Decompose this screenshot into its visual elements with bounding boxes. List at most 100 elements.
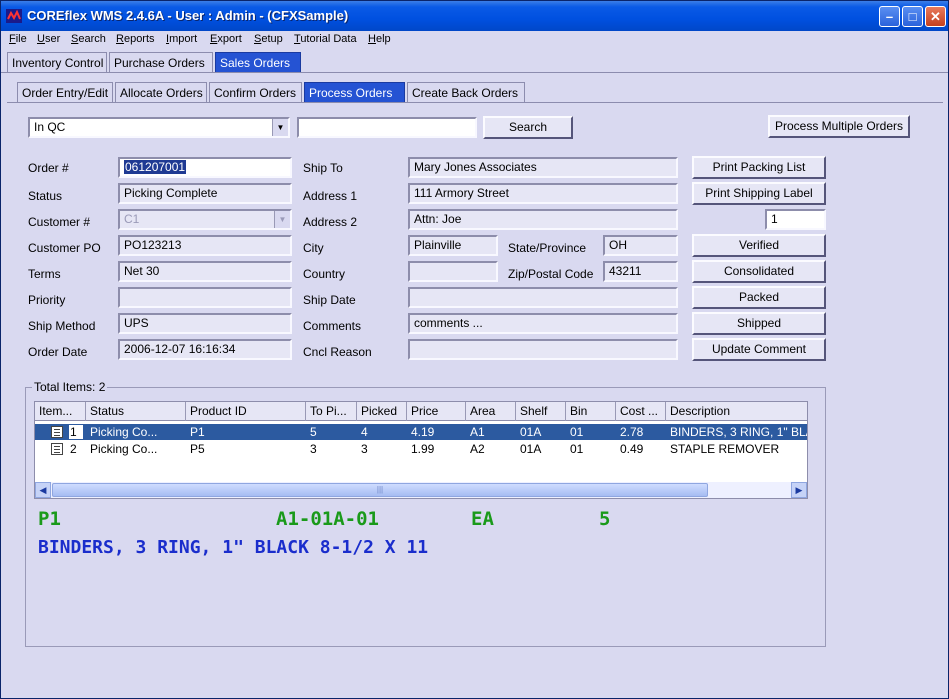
consolidated-button[interactable]: Consolidated [692,260,826,283]
process-multiple-orders-button[interactable]: Process Multiple Orders [768,115,910,138]
search-input[interactable] [297,117,477,138]
menu-user[interactable]: User [37,33,60,45]
column-header-item[interactable]: Item... [35,402,86,421]
cell-to-pick: 5 [310,425,317,439]
terms-field[interactable]: Net 30 [118,261,292,282]
print-shipping-label-button[interactable]: Print Shipping Label [692,182,826,205]
cell-status: Picking Co... [90,425,158,439]
address1-field[interactable]: 111 Armory Street [408,183,678,204]
update-comment-button[interactable]: Update Comment [692,338,826,361]
cell-picked: 3 [361,442,368,456]
cell-picked: 4 [361,425,368,439]
column-header-shelf[interactable]: Shelf [516,402,566,421]
column-header-picked[interactable]: Picked [357,402,407,421]
column-header-price[interactable]: Price [407,402,466,421]
menu-export[interactable]: Export [210,33,242,45]
column-header-bin[interactable]: Bin [566,402,616,421]
detail-location: A1-01A-01 [276,508,379,530]
ship-method-field[interactable]: UPS [118,313,292,334]
ship-method-label: Ship Method [28,319,96,333]
scroll-left-icon[interactable]: ◀ [35,482,51,498]
cell-area: A1 [470,425,485,439]
customer-number-value: C1 [124,212,140,226]
ship-to-field[interactable]: Mary Jones Associates [408,157,678,178]
menu-tutorial-data[interactable]: Tutorial Data [294,33,357,45]
shipped-button[interactable]: Shipped [692,312,826,335]
ship-date-field[interactable] [408,287,678,308]
priority-label: Priority [28,293,66,307]
document-icon [51,443,63,455]
detail-description: BINDERS, 3 RING, 1" BLACK 8-1/2 X 11 [38,537,429,558]
menu-import[interactable]: Import [166,33,197,45]
app-logo-icon [6,9,22,23]
tab-process-orders[interactable]: Process Orders [304,82,405,102]
title-bar[interactable]: COREflex WMS 2.4.6A - User : Admin - (CF… [1,1,948,31]
tab-create-back-orders[interactable]: Create Back Orders [407,82,525,102]
table-row[interactable]: 2 Picking Co... P5 3 3 1.99 A2 01A 01 0.… [35,441,807,457]
cncl-reason-field[interactable] [408,339,678,360]
tab-sales-orders[interactable]: Sales Orders [215,52,301,72]
cell-bin: 01 [570,442,584,456]
cell-status: Picking Co... [90,442,158,456]
order-number-value: 061207001 [124,160,187,174]
app-window: COREflex WMS 2.4.6A - User : Admin - (CF… [0,0,949,699]
zip-field[interactable]: 43211 [603,261,678,282]
chevron-down-icon[interactable]: ▼ [272,119,288,136]
minimize-button[interactable]: – [879,6,900,27]
menu-setup[interactable]: Setup [254,33,283,45]
print-packing-list-button[interactable]: Print Packing List [692,156,826,179]
column-header-to-pick[interactable]: To Pi... [306,402,357,421]
menu-search[interactable]: Search [71,33,106,45]
scrollbar-thumb[interactable]: ||| [52,483,708,497]
status-filter-select[interactable]: In QC ▼ [28,117,290,138]
customer-po-field[interactable]: PO123213 [118,235,292,256]
chevron-down-icon: ▼ [274,211,290,228]
column-header-status[interactable]: Status [86,402,186,421]
column-header-product-id[interactable]: Product ID [186,402,306,421]
main-tab-divider [1,72,948,73]
cell-cost: 2.78 [620,425,644,439]
comments-label: Comments [303,319,362,333]
status-field: Picking Complete [118,183,292,204]
scroll-right-icon[interactable]: ▶ [791,482,807,498]
address2-field[interactable]: Attn: Joe [408,209,678,230]
column-header-description[interactable]: Description [666,402,807,421]
total-items-label: Total Items: 2 [32,380,108,394]
tab-confirm-orders[interactable]: Confirm Orders [209,82,302,102]
tab-allocate-orders[interactable]: Allocate Orders [115,82,207,102]
country-label: Country [303,267,346,281]
maximize-button[interactable]: □ [902,6,923,27]
cell-description: STAPLE REMOVER [670,442,780,456]
tab-order-entry-edit[interactable]: Order Entry/Edit [17,82,113,102]
terms-label: Terms [28,267,61,281]
menu-reports[interactable]: Reports [116,33,155,45]
tab-purchase-orders[interactable]: Purchase Orders [109,52,213,72]
table-row[interactable]: 1 Picking Co... P1 5 4 4.19 A1 01A 01 2.… [35,424,807,440]
cell-price: 1.99 [411,442,435,456]
close-button[interactable]: ✕ [925,6,946,27]
cell-shelf: 01A [520,442,542,456]
customer-number-label: Customer # [28,215,91,229]
city-field[interactable]: Plainville [408,235,498,256]
menu-help[interactable]: Help [368,33,391,45]
comments-field[interactable]: comments ... [408,313,678,334]
table-header: Item... Status Product ID To Pi... Picke… [35,402,807,421]
search-button[interactable]: Search [483,116,573,139]
priority-field[interactable] [118,287,292,308]
verified-button[interactable]: Verified [692,234,826,257]
country-field[interactable] [408,261,498,282]
order-number-field[interactable]: 061207001 [118,157,292,178]
menu-file[interactable]: File [9,33,27,45]
customer-number-select: C1 ▼ [118,209,292,230]
cell-bin: 01 [570,425,584,439]
column-header-cost[interactable]: Cost ... [616,402,666,421]
horizontal-scrollbar[interactable]: ◀ ||| ▶ [35,482,807,498]
packed-button[interactable]: Packed [692,286,826,309]
state-field[interactable]: OH [603,235,678,256]
cell-item: 2 [70,442,77,456]
column-header-area[interactable]: Area [466,402,516,421]
label-count-input[interactable]: 1 [765,209,826,230]
tab-inventory-control[interactable]: Inventory Control [7,52,107,72]
city-label: City [303,241,324,255]
cell-product-id: P1 [190,425,205,439]
